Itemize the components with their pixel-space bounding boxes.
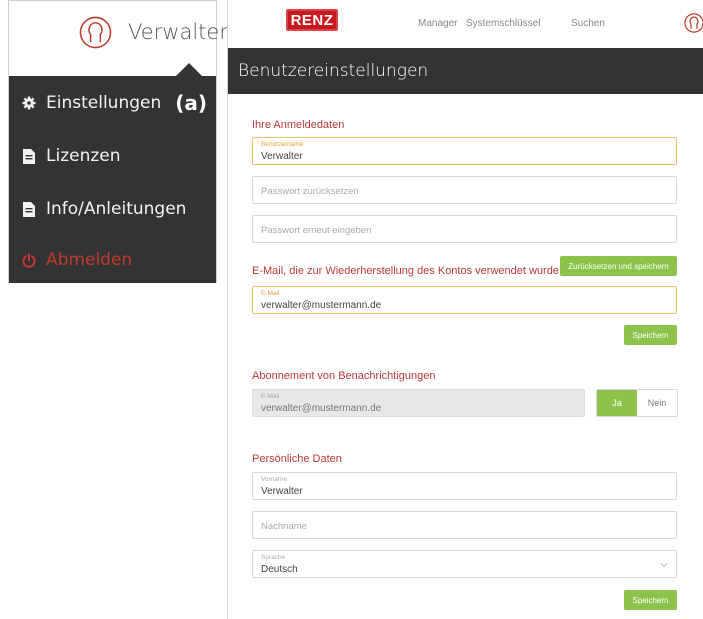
password-reset-field[interactable]: Passwort zurücksetzen [252, 176, 677, 204]
user-menu: Einstellungen (a) Lizenzen Info/Anleitun… [9, 76, 216, 283]
firstname-field[interactable]: Vorname Verwalter [252, 472, 677, 500]
recovery-email-field[interactable]: E-Mail verwalter@mustermann.de [252, 286, 677, 314]
nav-manager[interactable]: Manager [418, 18, 457, 29]
menu-item-settings-label: Einstellungen [46, 93, 162, 113]
page-title: Benutzereinstellungen [228, 48, 703, 94]
top-navbar: RENZ Manager Systemschlüssel Suchen [228, 0, 703, 48]
password-repeat-placeholder: Passwort erneut eingeben [261, 225, 372, 236]
notification-email-field: E-Mail verwalter@mustermann.de [252, 389, 585, 417]
gear-icon [22, 95, 36, 111]
menu-item-settings[interactable]: Einstellungen (a) [9, 78, 216, 128]
nav-search[interactable]: Suchen [571, 18, 605, 29]
user-dropdown-header[interactable]: Verwalter [9, 1, 228, 67]
reset-and-save-button[interactable]: Zurücksetzen und speichern [560, 256, 677, 276]
toggle-no-option[interactable]: Nein [637, 390, 677, 416]
recovery-email-value: verwalter@mustermann.de [261, 300, 382, 311]
menu-item-info[interactable]: Info/Anleitungen [9, 184, 216, 234]
dropdown-username: Verwalter [128, 20, 228, 44]
dropdown-caret [176, 63, 202, 76]
chevron-down-icon [660, 563, 668, 568]
section-recovery-title: E-Mail, die zur Wiederherstellung des Ko… [252, 265, 559, 277]
username-field-label: Benutzername [261, 141, 304, 148]
language-select[interactable]: Sprache Deutsch [252, 550, 677, 578]
menu-item-logout[interactable]: Abmelden [9, 235, 216, 285]
renz-logo[interactable]: RENZ [286, 9, 338, 31]
section-login-title: Ihre Anmeldedaten [252, 119, 345, 131]
menu-item-licenses[interactable]: Lizenzen [9, 131, 216, 181]
recovery-email-label: E-Mail [261, 290, 280, 297]
document-icon [22, 201, 36, 217]
username-field-value: Verwalter [261, 151, 303, 162]
annotation-label: (a) [175, 91, 208, 115]
username-field[interactable]: Benutzername Verwalter [252, 137, 677, 165]
language-label: Sprache [261, 554, 286, 561]
menu-item-info-label: Info/Anleitungen [46, 199, 187, 219]
lastname-placeholder: Nachname [261, 521, 307, 532]
notification-toggle[interactable]: Ja Nein [596, 389, 678, 417]
section-personal-title: Persönliche Daten [252, 453, 342, 465]
toggle-yes-option[interactable]: Ja [597, 390, 637, 416]
document-icon [22, 148, 36, 164]
user-settings-page: RENZ Manager Systemschlüssel Suchen Benu… [227, 0, 703, 619]
firstname-label: Vorname [261, 476, 288, 483]
section-notifications-title: Abonnement von Benachrichtigungen [252, 370, 436, 382]
menu-item-licenses-label: Lizenzen [46, 146, 121, 166]
user-avatar-icon[interactable] [684, 13, 703, 33]
save-recovery-button[interactable]: Speichern [624, 325, 677, 345]
password-reset-placeholder: Passwort zurücksetzen [261, 186, 359, 197]
save-personal-button[interactable]: Speichern [624, 590, 677, 610]
lastname-field[interactable]: Nachname [252, 511, 677, 539]
nav-system-keys[interactable]: Systemschlüssel [466, 18, 540, 29]
notification-email-label: E-Mail [261, 393, 280, 400]
user-dropdown-panel: Verwalter Einstellungen (a) Lizenzen Inf… [8, 0, 228, 283]
power-icon [22, 252, 36, 268]
language-value: Deutsch [261, 564, 298, 575]
firstname-value: Verwalter [261, 486, 303, 497]
user-avatar-icon [79, 16, 112, 49]
notification-email-value: verwalter@mustermann.de [261, 403, 382, 414]
menu-item-logout-label: Abmelden [46, 250, 133, 270]
password-repeat-field[interactable]: Passwort erneut eingeben [252, 215, 677, 243]
